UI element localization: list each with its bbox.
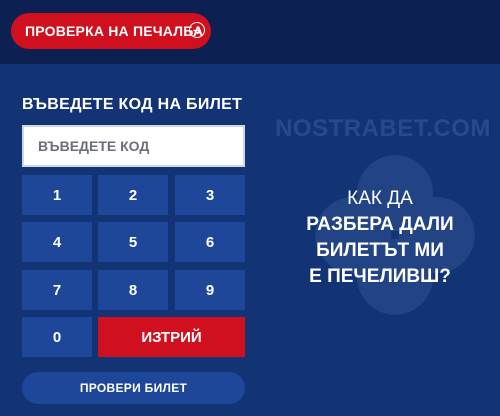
key-8[interactable]: 8 <box>98 270 168 310</box>
info-line-1: КАК ДА <box>347 188 413 209</box>
info-line-3: БИЛЕТЪТ МИ <box>316 240 444 261</box>
info-question: КАК ДА РАЗБЕРА ДАЛИ БИЛЕТЪТ МИ Е ПЕЧЕЛИВ… <box>280 186 480 290</box>
info-line-4: Е ПЕЧЕЛИВШ? <box>309 266 451 287</box>
watermark: NOSTRABET.COM <box>275 115 491 142</box>
info-line-2: РАЗБЕРА ДАЛИ <box>306 214 454 235</box>
arrow-right-circle-icon <box>189 22 205 38</box>
check-win-label: ПРОВЕРКА НА ПЕЧАЛБА <box>25 23 204 39</box>
key-0[interactable]: 0 <box>22 317 92 357</box>
key-6[interactable]: 6 <box>175 222 245 262</box>
delete-button[interactable]: ИЗТРИЙ <box>98 317 245 357</box>
key-9[interactable]: 9 <box>175 270 245 310</box>
key-1[interactable]: 1 <box>22 175 92 215</box>
form-title: ВЪВЕДЕТЕ КОД НА БИЛЕТ <box>22 96 243 113</box>
top-bar: ПРОВЕРКА НА ПЕЧАЛБА <box>0 0 500 64</box>
ticket-code-input[interactable] <box>22 125 245 167</box>
key-4[interactable]: 4 <box>22 222 92 262</box>
key-3[interactable]: 3 <box>175 175 245 215</box>
key-7[interactable]: 7 <box>22 270 92 310</box>
key-5[interactable]: 5 <box>98 222 168 262</box>
key-2[interactable]: 2 <box>98 175 168 215</box>
check-win-button[interactable]: ПРОВЕРКА НА ПЕЧАЛБА <box>11 13 211 49</box>
check-ticket-button[interactable]: ПРОВЕРИ БИЛЕТ <box>22 372 245 404</box>
